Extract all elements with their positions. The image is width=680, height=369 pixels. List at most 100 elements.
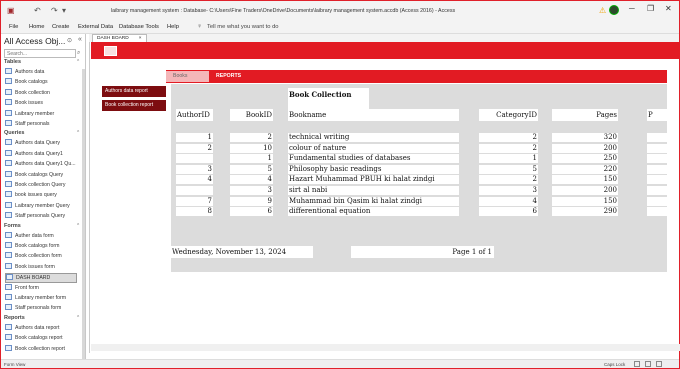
nav-item-label: Book catalogs report [15,335,63,342]
nav-section-header[interactable]: Tables ⌃ [4,59,80,68]
book-collection-report-button[interactable]: Book collection report [102,100,166,111]
report-page-number: Page 1 of 1 [351,246,494,258]
save-icon[interactable]: ▣ [7,6,15,15]
nav-item-label: Authors data Query [15,140,60,147]
menu-file[interactable]: File [9,24,18,30]
search-icon[interactable]: ⌕ [77,50,80,57]
chevron-up-icon[interactable]: ⌃ [76,223,80,229]
nav-item-label: Book catalogs form [15,243,60,249]
nav-item[interactable]: Auther data form [5,231,77,242]
nav-item[interactable]: Authors data Query1 [5,149,77,160]
nav-item[interactable]: Staff personals form [5,304,77,314]
minimize-button[interactable]: ─ [629,4,635,13]
dashboard-form: Authors data report Book collection repo… [89,42,680,353]
nav-item[interactable]: Book catalogs [5,78,77,88]
chevron-up-icon[interactable]: ⌃ [76,59,80,65]
nav-item-label: Book collection form [15,253,62,260]
nav-item[interactable]: Staff personals [5,120,77,130]
nav-section-header[interactable]: Queries ⌃ [4,130,80,139]
report-icon [5,323,12,330]
nav-item[interactable]: DASH BOARD [5,273,77,284]
nav-item[interactable]: Book collection report [5,344,77,355]
menu-external-data[interactable]: External Data [78,24,113,30]
nav-item[interactable]: book issues query [5,191,77,201]
nav-item[interactable]: Authors data Query [5,139,77,149]
close-button[interactable]: ✕ [665,4,672,13]
close-icon[interactable]: × [139,36,142,41]
layout-view-icon[interactable] [645,361,651,367]
cell-categoryid: 6 [479,207,538,217]
nav-item[interactable]: Laibrary member Query [5,201,77,212]
nav-item[interactable]: Book collection [5,88,77,99]
nav-item[interactable]: Authors data [5,68,77,78]
nav-scrollbar[interactable] [82,69,85,359]
tell-me-search[interactable]: Tell me what you want to do [207,24,279,30]
status-bar: Form View Caps Lock [1,359,679,368]
cell-bookid: 2 [230,133,273,142]
cell-categoryid: 2 [479,175,538,185]
nav-item[interactable]: Laibrary member form [5,294,77,304]
undo-icon[interactable]: ↶ [34,6,41,15]
form-view-icon[interactable] [634,361,640,367]
design-view-icon[interactable] [656,361,662,367]
nav-item[interactable]: Book catalogs form [5,242,77,252]
nav-item[interactable]: Laibrary member [5,109,77,120]
menu-help[interactable]: Help [167,24,179,30]
cell-pages: 220 [552,164,618,174]
nav-section-title: Forms [4,222,21,229]
nav-pane-title[interactable]: All Access Obj... [4,36,65,46]
chevron-up-icon[interactable]: ⌃ [76,130,80,136]
cell-bookname: Hazart Muhammad PBUH ki halat zindgi [288,175,459,185]
nav-item[interactable]: Book catalogs report [5,334,77,344]
cell-categoryid: 2 [479,143,538,153]
cell-bookid: 6 [230,207,273,217]
cell-pages: 200 [552,186,618,195]
nav-section-title: Reports [4,314,25,321]
cell-p [647,186,667,195]
tab-dash-board[interactable]: DASH BOARD × [92,34,147,42]
cell-bookname: Muhammad bin Qasim ki halat zindgi [288,196,459,206]
nav-item[interactable]: Authors data report [5,323,77,334]
nav-section-header[interactable]: Forms ⌃ [4,222,80,232]
nav-item-label: Book issues [15,100,43,107]
collapse-pane-icon[interactable]: « [78,36,82,43]
cell-categoryid: 1 [479,154,538,164]
redo-icon[interactable]: ↷ [51,6,58,15]
form-logo [104,46,117,56]
nav-item[interactable]: Book issues form [5,262,77,273]
cell-p [647,196,667,206]
tab-reports[interactable]: REPORTS [209,71,249,82]
menu-home[interactable]: Home [29,24,44,30]
avatar[interactable] [609,5,619,15]
nav-item-label: Book collection Query [15,182,66,188]
nav-item-label: Laibrary member form [15,295,67,301]
nav-section-title: Queries [4,130,25,137]
menu-database-tools[interactable]: Database Tools [119,24,159,30]
nav-item[interactable]: Authors data Query1 Qu... [5,160,77,170]
nav-item-label: Authors data [15,69,45,75]
customize-toolbar-icon[interactable]: ▾ [62,6,66,15]
nav-item[interactable]: Front form [5,283,77,294]
nav-item[interactable]: Book catalogs Query [5,170,77,181]
nav-section-header[interactable]: Reports ⌃ [4,314,80,324]
nav-item[interactable]: Book collection Query [5,181,77,191]
restore-button[interactable]: ❐ [647,4,654,13]
nav-item-label: Staff personals [15,121,50,127]
search-input[interactable] [4,49,76,58]
nav-item[interactable]: Book issues [5,99,77,109]
warning-icon[interactable]: ⚠ [599,6,606,15]
menu-create[interactable]: Create [52,24,69,30]
nav-item[interactable]: Book collection form [5,252,77,262]
window-title: laibrary management system : Database- C… [111,8,456,14]
chevron-down-icon[interactable]: ⊙ [67,37,72,44]
tab-books[interactable]: Books [166,71,209,82]
chevron-up-icon[interactable]: ⌃ [76,315,80,321]
nav-item-label: Authors data Query1 Qu... [15,161,76,168]
nav-item-label: Book collection [15,89,50,96]
report-icon [5,334,12,341]
nav-item[interactable]: Staff personals Query [5,212,77,222]
nav-item-label: Book issues form [15,263,55,270]
authors-data-report-button[interactable]: Authors data report [102,86,166,97]
cell-categoryid: 2 [479,133,538,142]
cell-p [647,164,667,174]
